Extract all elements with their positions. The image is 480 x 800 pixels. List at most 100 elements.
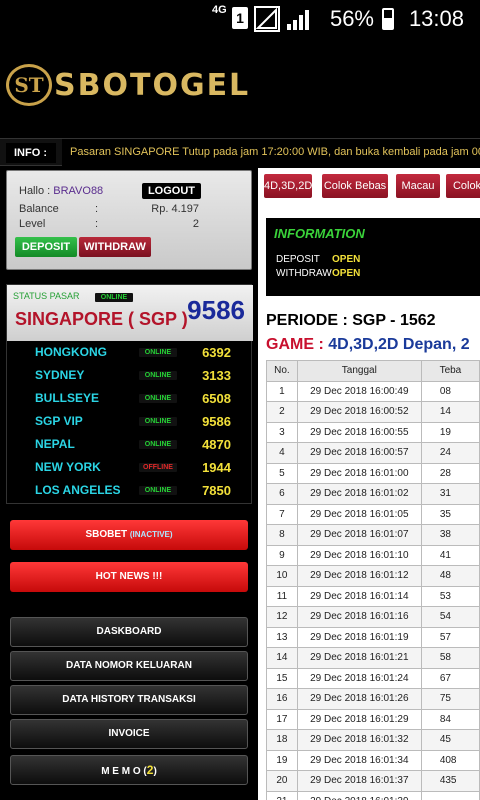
data-history-transaksi-button[interactable]: DATA HISTORY TRANSAKSI bbox=[10, 685, 248, 715]
info-bar: INFO : Pasaran SINGAPORE Tutup pada jam … bbox=[0, 138, 480, 166]
site-logo[interactable]: SBOTOGEL bbox=[54, 68, 250, 103]
col-no: No. bbox=[266, 360, 298, 382]
row-guess: 57 bbox=[420, 626, 480, 648]
result-number: 1944 bbox=[202, 460, 231, 475]
row-guess bbox=[420, 790, 480, 800]
market-name[interactable]: NEW YORK bbox=[35, 460, 101, 474]
row-date: 29 Dec 2018 16:01:37 bbox=[296, 770, 422, 792]
memo-button[interactable]: M E M O (2) bbox=[10, 755, 248, 785]
tab-colok-bebas[interactable]: Colok Bebas bbox=[322, 174, 388, 198]
left-sidebar: Hallo : BRAVO88 LOGOUT Balance : Rp. 4.1… bbox=[0, 168, 258, 800]
table-row: 2129 Dec 2018 16:01:39 bbox=[266, 790, 480, 800]
game-value: 4D,3D,2D Depan, 2 bbox=[328, 336, 470, 353]
level-value: 2 bbox=[192, 218, 199, 230]
row-guess: 435 bbox=[420, 770, 480, 792]
market-name[interactable]: HONGKONG bbox=[35, 345, 107, 359]
row-date: 29 Dec 2018 16:01:05 bbox=[296, 503, 422, 525]
sim-slot-icon: 1 bbox=[232, 7, 248, 29]
tab-4d3d2d[interactable]: 4D,3D,2D bbox=[264, 174, 312, 198]
withdraw-button[interactable]: WITHDRAW bbox=[79, 237, 151, 257]
row-number: 13 bbox=[266, 626, 298, 648]
featured-market[interactable]: SINGAPORE ( SGP ) bbox=[15, 309, 188, 330]
result-row[interactable]: NEPAL ONLINE 4870 bbox=[7, 433, 253, 456]
result-row[interactable]: NEW YORK OFFLINE 1944 bbox=[7, 456, 253, 479]
row-guess: 45 bbox=[420, 729, 480, 751]
bet-table: No. Tanggal Teba 1 29 Dec 2018 16:00:49 08… bbox=[266, 360, 480, 800]
row-number: 6 bbox=[266, 483, 298, 505]
dashboard-button[interactable]: DASKBOARD bbox=[10, 617, 248, 647]
table-row: 2 29 Dec 2018 16:00:52 14 bbox=[266, 401, 480, 423]
row-guess: 84 bbox=[420, 708, 480, 730]
row-number: 4 bbox=[266, 442, 298, 464]
market-name[interactable]: SYDNEY bbox=[35, 368, 84, 382]
result-row[interactable]: BULLSEYE ONLINE 6508 bbox=[7, 387, 253, 410]
info-label: INFO : bbox=[6, 143, 56, 163]
invoice-button[interactable]: INVOICE bbox=[10, 719, 248, 749]
game-heading: GAME : 4D,3D,2D Depan, 2 bbox=[266, 336, 470, 354]
tab-macau[interactable]: Macau bbox=[396, 174, 440, 198]
row-date: 29 Dec 2018 16:00:52 bbox=[296, 401, 422, 423]
row-date: 29 Dec 2018 16:01:07 bbox=[296, 524, 422, 546]
row-number: 20 bbox=[266, 770, 298, 792]
tab-colok[interactable]: Colok bbox=[446, 174, 480, 198]
table-row: 14 29 Dec 2018 16:01:21 58 bbox=[266, 647, 480, 669]
sbobet-button[interactable]: SBOBET (INACTIVE) bbox=[10, 520, 248, 550]
status-pasar-label: STATUS PASAR bbox=[13, 291, 80, 301]
row-guess: 67 bbox=[420, 667, 480, 689]
row-guess: 28 bbox=[420, 462, 480, 484]
table-row: 15 29 Dec 2018 16:01:24 67 bbox=[266, 667, 480, 689]
table-row: 10 29 Dec 2018 16:01:12 48 bbox=[266, 565, 480, 587]
result-number: 6508 bbox=[202, 391, 231, 406]
deposit-button[interactable]: DEPOSIT bbox=[15, 237, 77, 257]
market-name[interactable]: SGP VIP bbox=[35, 414, 83, 428]
row-date: 29 Dec 2018 16:01:32 bbox=[296, 729, 422, 751]
row-date: 29 Dec 2018 16:00:57 bbox=[296, 442, 422, 464]
row-number: 17 bbox=[266, 708, 298, 730]
table-row: 16 29 Dec 2018 16:01:26 75 bbox=[266, 688, 480, 710]
row-date: 29 Dec 2018 16:01:10 bbox=[296, 544, 422, 566]
hot-news-button[interactable]: HOT NEWS !!! bbox=[10, 562, 248, 592]
table-row: 20 29 Dec 2018 16:01:37 435 bbox=[266, 770, 480, 792]
deposit-label: DEPOSIT bbox=[276, 254, 320, 265]
row-guess: 19 bbox=[420, 421, 480, 443]
col-tebakan: Teba bbox=[420, 360, 480, 382]
row-number: 8 bbox=[266, 524, 298, 546]
no-signal-icon bbox=[254, 6, 280, 32]
row-number: 5 bbox=[266, 462, 298, 484]
row-number: 19 bbox=[266, 749, 298, 771]
row-number: 11 bbox=[266, 585, 298, 607]
row-date: 29 Dec 2018 16:01:34 bbox=[296, 749, 422, 771]
result-row[interactable]: HONGKONG ONLINE 6392 bbox=[7, 341, 253, 364]
logo-badge-icon[interactable]: ST bbox=[6, 64, 52, 106]
result-row[interactable]: SGP VIP ONLINE 9586 bbox=[7, 410, 253, 433]
row-guess: 24 bbox=[420, 442, 480, 464]
row-date: 29 Dec 2018 16:01:26 bbox=[296, 688, 422, 710]
market-name[interactable]: NEPAL bbox=[35, 437, 75, 451]
row-date: 29 Dec 2018 16:01:14 bbox=[296, 585, 422, 607]
signal-icon bbox=[286, 8, 310, 30]
status-badge: OFFLINE bbox=[139, 463, 177, 472]
data-nomor-keluaran-button[interactable]: DATA NOMOR KELUARAN bbox=[10, 651, 248, 681]
information-title: INFORMATION bbox=[274, 226, 365, 241]
table-row: 12 29 Dec 2018 16:01:16 54 bbox=[266, 606, 480, 628]
status-bar: 4G 1 56% 13:08 bbox=[0, 0, 480, 38]
result-number: 7850 bbox=[202, 483, 231, 498]
row-number: 15 bbox=[266, 667, 298, 689]
hallo-label: Hallo : bbox=[19, 185, 51, 197]
logout-button[interactable]: LOGOUT bbox=[141, 183, 201, 199]
network-type: 4G bbox=[212, 4, 227, 16]
row-date: 29 Dec 2018 16:01:29 bbox=[296, 708, 422, 730]
status-badge: ONLINE bbox=[139, 371, 177, 380]
result-row[interactable]: LOS ANGELES ONLINE 7850 bbox=[7, 479, 253, 502]
row-guess: 38 bbox=[420, 524, 480, 546]
status-badge: ONLINE bbox=[139, 417, 177, 426]
site-header: ST SBOTOGEL bbox=[0, 38, 480, 130]
row-number: 14 bbox=[266, 647, 298, 669]
result-row[interactable]: SYDNEY ONLINE 3133 bbox=[7, 364, 253, 387]
deposit-status: OPEN bbox=[332, 254, 361, 265]
market-name[interactable]: BULLSEYE bbox=[35, 391, 99, 405]
row-guess: 14 bbox=[420, 401, 480, 423]
row-guess: 54 bbox=[420, 606, 480, 628]
market-name[interactable]: LOS ANGELES bbox=[35, 483, 121, 497]
periode-heading: PERIODE : SGP - 1562 bbox=[266, 312, 436, 329]
